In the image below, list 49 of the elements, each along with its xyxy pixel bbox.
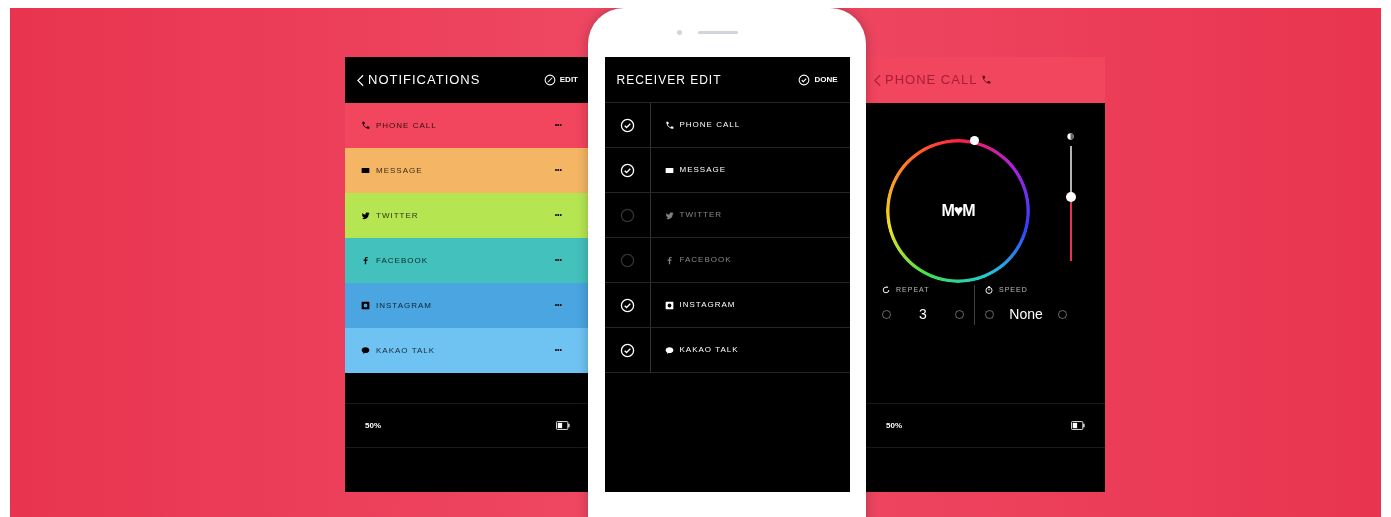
bird-icon [361,211,370,220]
row-label: FACEBOOK [376,254,428,267]
brightness-icon [1067,133,1074,140]
repeat-icon [882,286,890,295]
envelope-icon [664,165,674,175]
camera-icon [361,301,370,310]
speech-bubble-icon [361,346,370,355]
row-label: KAKAO TALK [679,344,739,356]
row-label: KAKAO TALK [376,344,436,357]
row-label: INSTAGRAM [376,299,432,312]
phone-icon [361,121,370,130]
row-label: MESSAGE [376,164,423,177]
slider-thumb[interactable] [1065,191,1076,202]
phone-icon [664,120,674,130]
speaker-icon [697,31,738,34]
check-circle-icon [798,73,811,86]
edit-circle-icon [543,74,556,86]
speech-bubble-icon [664,345,674,355]
bird-icon [664,210,674,220]
row-label: TWITTER [679,209,723,221]
f-logo-icon [361,256,370,265]
row-label: INSTAGRAM [679,299,736,311]
screen-title: RECEIVER EDIT [616,71,722,89]
screen-title: PHONE CALL [885,71,978,90]
phone-icon [981,75,992,85]
camera-icon [676,30,682,35]
color-picker-handle[interactable] [970,136,979,145]
row-label: PHONE CALL [376,119,437,132]
row-label: TWITTER [376,209,419,222]
logo: M♥M [941,201,975,221]
timer-icon [985,286,993,295]
envelope-icon [361,166,370,175]
repeat-value: 3 [919,304,927,324]
row-label: PHONE CALL [679,119,741,131]
camera-icon [664,300,674,310]
row-label: FACEBOOK [679,254,732,266]
battery-icon [556,421,570,430]
check-circle-icon[interactable] [619,162,635,178]
screen-title: NOTIFICATIONS [368,71,481,90]
battery-percent: 50% [886,419,902,432]
battery-icon [1071,421,1085,430]
row-label: MESSAGE [679,164,727,176]
done-button[interactable]: DONE [798,73,838,86]
edit-button[interactable]: EDIT [543,74,578,86]
check-circle-icon[interactable] [619,117,635,133]
check-circle-icon[interactable] [619,297,635,313]
battery-percent: 50% [365,419,381,432]
check-circle-icon[interactable] [619,342,635,358]
speed-value: None [1009,304,1043,324]
